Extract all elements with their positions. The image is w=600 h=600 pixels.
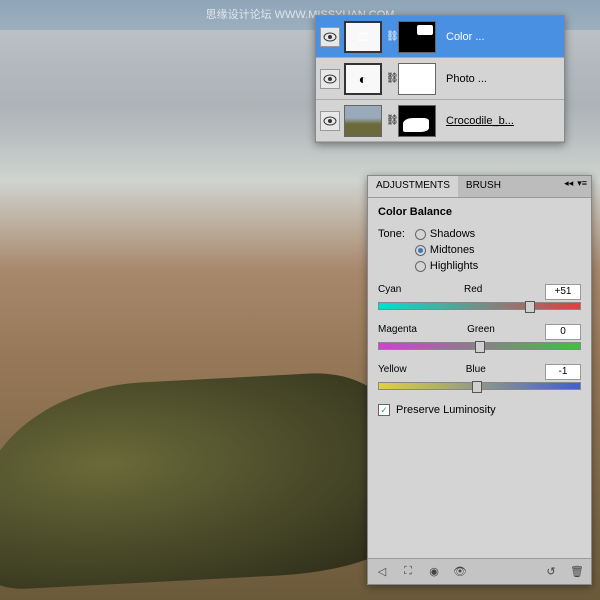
adjustment-thumb-icon[interactable]: ⚖ xyxy=(344,21,382,53)
tone-midtones-radio[interactable]: Midtones xyxy=(415,244,478,256)
checkbox-icon: ✓ xyxy=(378,404,390,416)
slider-left-label: Cyan xyxy=(378,284,401,300)
radio-label: Highlights xyxy=(430,260,478,272)
link-icon[interactable]: ⛓ xyxy=(386,31,394,42)
slider-right-label: Blue xyxy=(466,364,486,380)
slider-value-input[interactable]: 0 xyxy=(545,324,581,340)
visibility-eye-icon[interactable] xyxy=(320,69,340,89)
panel-footer: ◁ ⛶ ◉ 👁 ↺ 🗑 xyxy=(368,558,591,584)
layer-mask-thumb[interactable] xyxy=(398,63,436,95)
slider-track[interactable] xyxy=(378,382,581,390)
menu-icon[interactable]: ▾≡ xyxy=(577,178,587,195)
layer-name-label[interactable]: Crocodile_b... xyxy=(440,115,560,127)
slider-cyan-red: Cyan Red +51 xyxy=(378,284,581,310)
slider-left-label: Yellow xyxy=(378,364,407,380)
layer-row-photo-filter[interactable]: ◐ ⛓ Photo ... xyxy=(316,58,564,100)
slider-magenta-green: Magenta Green 0 xyxy=(378,324,581,350)
layer-image-thumb[interactable] xyxy=(344,105,382,137)
layer-name-label[interactable]: Photo ... xyxy=(440,73,560,85)
adjustment-thumb-icon[interactable]: ◐ xyxy=(344,63,382,95)
visibility-icon[interactable]: 👁 xyxy=(452,564,468,580)
link-icon[interactable]: ⛓ xyxy=(386,73,394,84)
radio-icon xyxy=(415,245,426,256)
preserve-luminosity-checkbox[interactable]: ✓ Preserve Luminosity xyxy=(378,404,581,416)
slider-value-input[interactable]: +51 xyxy=(545,284,581,300)
tab-brush[interactable]: BRUSH xyxy=(458,176,509,197)
layer-row-color-balance[interactable]: ⚖ ⛓ Color ... xyxy=(316,16,564,58)
slider-knob[interactable] xyxy=(525,301,535,313)
slider-track[interactable] xyxy=(378,302,581,310)
collapse-icon[interactable]: ◂◂ xyxy=(564,178,573,195)
tone-label: Tone: xyxy=(378,228,405,240)
delete-icon[interactable]: 🗑 xyxy=(569,564,585,580)
slider-value-input[interactable]: -1 xyxy=(545,364,581,380)
slider-track[interactable] xyxy=(378,342,581,350)
layers-panel: ⚖ ⛓ Color ... ◐ ⛓ Photo ... ⛓ Crocodile_… xyxy=(315,15,565,143)
expand-icon[interactable]: ⛶ xyxy=(400,564,416,580)
crocodile-shape xyxy=(0,369,405,591)
layer-mask-thumb[interactable] xyxy=(398,105,436,137)
slider-right-label: Green xyxy=(467,324,495,340)
visibility-eye-icon[interactable] xyxy=(320,111,340,131)
panel-body: Color Balance Tone: Shadows Midtones Hig… xyxy=(368,198,591,558)
visibility-eye-icon[interactable] xyxy=(320,27,340,47)
layer-mask-thumb[interactable] xyxy=(398,21,436,53)
back-icon[interactable]: ◁ xyxy=(374,564,390,580)
adjustment-title: Color Balance xyxy=(378,206,581,218)
reset-icon[interactable]: ↺ xyxy=(543,564,559,580)
link-icon[interactable]: ⛓ xyxy=(386,115,394,126)
tone-shadows-radio[interactable]: Shadows xyxy=(415,228,478,240)
tone-highlights-radio[interactable]: Highlights xyxy=(415,260,478,272)
radio-icon xyxy=(415,261,426,272)
slider-right-label: Red xyxy=(464,284,482,300)
slider-knob[interactable] xyxy=(472,381,482,393)
radio-label: Shadows xyxy=(430,228,475,240)
slider-yellow-blue: Yellow Blue -1 xyxy=(378,364,581,390)
slider-left-label: Magenta xyxy=(378,324,417,340)
clip-icon[interactable]: ◉ xyxy=(426,564,442,580)
checkbox-label: Preserve Luminosity xyxy=(396,404,496,416)
layer-name-label[interactable]: Color ... xyxy=(440,31,560,43)
panel-tab-bar: ADJUSTMENTS BRUSH ◂◂ ▾≡ xyxy=(368,176,591,198)
radio-icon xyxy=(415,229,426,240)
adjustments-panel: ADJUSTMENTS BRUSH ◂◂ ▾≡ Color Balance To… xyxy=(367,175,592,585)
radio-label: Midtones xyxy=(430,244,475,256)
slider-knob[interactable] xyxy=(475,341,485,353)
layer-row-crocodile[interactable]: ⛓ Crocodile_b... xyxy=(316,100,564,142)
tab-adjustments[interactable]: ADJUSTMENTS xyxy=(368,176,458,197)
